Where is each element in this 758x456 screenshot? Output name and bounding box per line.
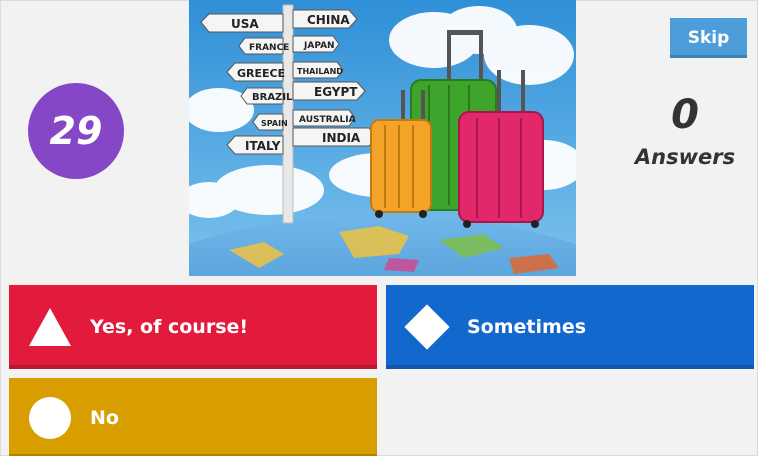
sign-italy: ITALY — [245, 139, 281, 153]
sign-australia: AUSTRALIA — [299, 115, 356, 125]
triangle-icon — [28, 305, 72, 349]
sign-greece: GREECE — [237, 67, 285, 80]
answer-label: Sometimes — [467, 316, 587, 338]
answer-label: No — [90, 407, 119, 429]
sign-thailand: THAILAND — [297, 67, 343, 76]
sign-france: FRANCE — [249, 43, 289, 53]
question-image: USA CHINA FRANCE JAPAN GREECE THAILAND B… — [189, 0, 576, 276]
answer-option-yes[interactable]: Yes, of course! — [9, 285, 377, 369]
answer-label: Yes, of course! — [90, 316, 249, 338]
circle-icon — [28, 396, 72, 440]
sign-japan: JAPAN — [303, 41, 335, 51]
sign-china: CHINA — [307, 13, 350, 27]
sign-brazil: BRAZIL — [252, 92, 293, 103]
answers-label: Answers — [634, 145, 736, 169]
answer-option-sometimes[interactable]: Sometimes — [386, 285, 754, 369]
travel-illustration: USA CHINA FRANCE JAPAN GREECE THAILAND B… — [189, 0, 576, 276]
sign-usa: USA — [231, 17, 259, 31]
sign-spain: SPAIN — [261, 119, 288, 128]
sign-india: INDIA — [322, 131, 361, 145]
skip-button[interactable]: Skip — [670, 18, 747, 58]
answers-count: 0 — [671, 92, 699, 138]
diamond-icon — [404, 304, 450, 350]
timer-value: 29 — [49, 109, 103, 153]
sign-egypt: EGYPT — [314, 85, 358, 99]
countdown-timer: 29 — [28, 83, 124, 179]
answer-option-no[interactable]: No — [9, 378, 377, 456]
